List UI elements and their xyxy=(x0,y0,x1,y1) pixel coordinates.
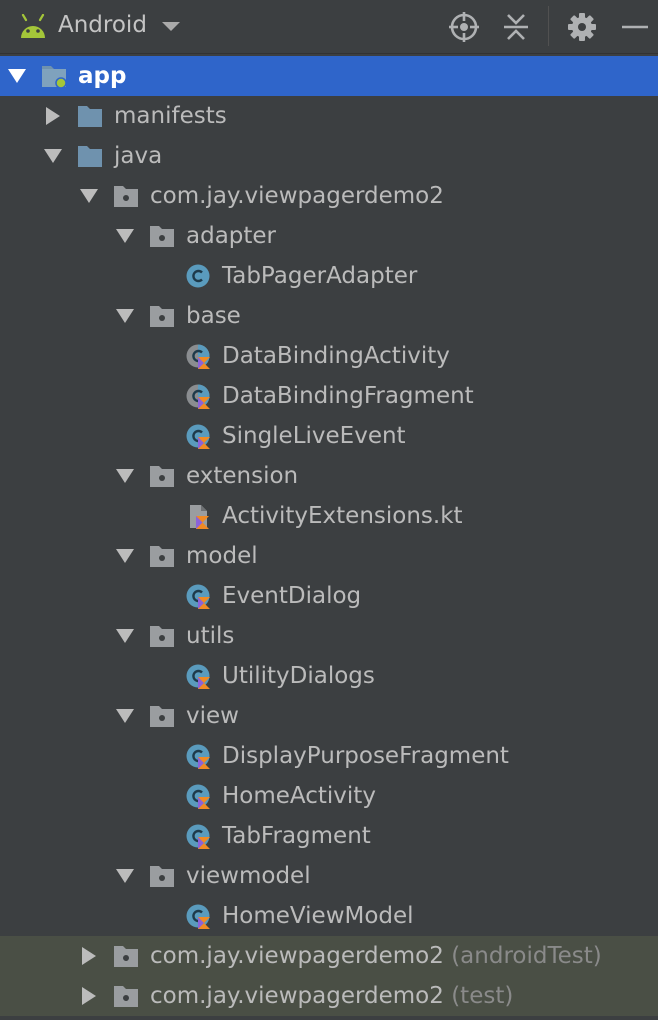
expanded-arrow-icon[interactable] xyxy=(116,869,134,883)
tree-row[interactable]: DisplayPurposeFragment xyxy=(0,736,658,776)
tree-row[interactable]: ActivityExtensions.kt xyxy=(0,496,658,536)
kotlin-abstract-icon xyxy=(186,344,210,369)
tree-row[interactable]: adapter xyxy=(0,216,658,256)
tree-item-label: HomeViewModel xyxy=(222,903,414,929)
chevron-down-icon[interactable] xyxy=(162,22,180,31)
tree-row[interactable]: HomeViewModel xyxy=(0,896,658,936)
tree-item-label: DataBindingFragment xyxy=(222,383,474,409)
kotlin-file-icon xyxy=(190,505,209,529)
tree-row[interactable]: TabFragment xyxy=(0,816,658,856)
folder-icon xyxy=(78,106,102,127)
tree-row[interactable]: base xyxy=(0,296,658,336)
collapse-all-icon[interactable] xyxy=(499,10,533,44)
tree-item-label: utils xyxy=(186,623,235,649)
source-set-suffix: (androidTest) xyxy=(443,943,602,969)
expanded-arrow-icon[interactable] xyxy=(116,629,134,643)
package-icon xyxy=(114,946,138,967)
expanded-arrow-icon[interactable] xyxy=(80,189,98,203)
tree-row[interactable]: DataBindingActivity xyxy=(0,336,658,376)
tree-item-label: SingleLiveEvent xyxy=(222,423,406,449)
tree-row[interactable]: viewmodel xyxy=(0,856,658,896)
hide-icon[interactable] xyxy=(618,10,652,44)
package-icon xyxy=(150,626,174,647)
tree-item-label: manifests xyxy=(114,103,227,129)
package-icon xyxy=(150,866,174,887)
tree-item-label: EventDialog xyxy=(222,583,362,609)
tree-row[interactable]: TabPagerAdapter xyxy=(0,256,658,296)
tree-item-label: UtilityDialogs xyxy=(222,663,375,689)
tree-item-label: extension xyxy=(186,463,299,489)
tree-item-label: adapter xyxy=(186,223,277,249)
expanded-arrow-icon[interactable] xyxy=(8,69,26,83)
expanded-arrow-icon[interactable] xyxy=(44,149,62,163)
kotlin-class-icon xyxy=(186,784,210,809)
tree-item-label: view xyxy=(186,703,239,729)
collapsed-arrow-icon[interactable] xyxy=(82,947,96,965)
expanded-arrow-icon[interactable] xyxy=(116,709,134,723)
tree-row[interactable]: DataBindingFragment xyxy=(0,376,658,416)
package-icon xyxy=(150,306,174,327)
kotlin-class-icon xyxy=(186,824,210,849)
tree-item-label: viewmodel xyxy=(186,863,311,889)
kotlin-class-icon xyxy=(186,584,210,609)
folder-icon xyxy=(78,146,102,167)
android-icon xyxy=(21,14,45,38)
tree-item-label: app xyxy=(78,63,127,89)
module-icon xyxy=(42,66,67,89)
tree-row[interactable]: extension xyxy=(0,456,658,496)
tree-row[interactable]: com.jay.viewpagerdemo2 (androidTest) xyxy=(0,936,658,976)
kotlin-class-icon xyxy=(186,904,210,929)
package-icon xyxy=(150,226,174,247)
tree-row[interactable]: utils xyxy=(0,616,658,656)
expanded-arrow-icon[interactable] xyxy=(116,229,134,243)
tree-row[interactable]: app xyxy=(0,56,658,96)
tree-row[interactable]: com.jay.viewpagerdemo2 xyxy=(0,176,658,216)
tree-item-label: java xyxy=(114,143,163,169)
tree-row[interactable]: model xyxy=(0,536,658,576)
source-set-suffix: (test) xyxy=(443,983,514,1009)
tree-item-label: TabPagerAdapter xyxy=(222,263,418,289)
tree-row[interactable]: com.jay.viewpagerdemo2 (test) xyxy=(0,976,658,1016)
class-icon xyxy=(186,264,210,288)
package-icon xyxy=(114,986,138,1007)
tree-item-label: com.jay.viewpagerdemo2 xyxy=(150,183,444,209)
toolbar-separator xyxy=(548,6,549,46)
gear-icon[interactable] xyxy=(565,10,599,44)
collapsed-arrow-icon[interactable] xyxy=(46,107,60,125)
project-view-selector[interactable]: Android xyxy=(58,12,147,38)
tree-item-label: HomeActivity xyxy=(222,783,376,809)
package-icon xyxy=(150,546,174,567)
tree-row[interactable]: HomeActivity xyxy=(0,776,658,816)
kotlin-class-icon xyxy=(186,424,210,449)
tree-item-label: DisplayPurposeFragment xyxy=(222,743,509,769)
tree-row[interactable]: EventDialog xyxy=(0,576,658,616)
tree-item-label: TabFragment xyxy=(222,823,371,849)
expanded-arrow-icon[interactable] xyxy=(116,309,134,323)
tree-row[interactable]: SingleLiveEvent xyxy=(0,416,658,456)
kotlin-class-icon xyxy=(186,664,210,689)
collapsed-arrow-icon[interactable] xyxy=(82,987,96,1005)
kotlin-abstract-icon xyxy=(186,384,210,409)
tree-item-label: model xyxy=(186,543,258,569)
project-toolbar: Android xyxy=(0,0,658,54)
package-icon xyxy=(150,706,174,727)
tree-item-label: ActivityExtensions.kt xyxy=(222,503,463,529)
expanded-arrow-icon[interactable] xyxy=(116,469,134,483)
tree-item-label: com.jay.viewpagerdemo2 (androidTest) xyxy=(150,943,602,969)
kotlin-class-icon xyxy=(186,744,210,769)
tree-row[interactable]: view xyxy=(0,696,658,736)
tree-item-label: base xyxy=(186,303,241,329)
tree-row[interactable]: UtilityDialogs xyxy=(0,656,658,696)
tree-row[interactable]: manifests xyxy=(0,96,658,136)
package-icon xyxy=(114,186,138,207)
locate-icon[interactable] xyxy=(447,10,481,44)
tree-row[interactable]: java xyxy=(0,136,658,176)
tree-item-label: DataBindingActivity xyxy=(222,343,450,369)
expanded-arrow-icon[interactable] xyxy=(116,549,134,563)
package-icon xyxy=(150,466,174,487)
tree-item-label: com.jay.viewpagerdemo2 (test) xyxy=(150,983,514,1009)
